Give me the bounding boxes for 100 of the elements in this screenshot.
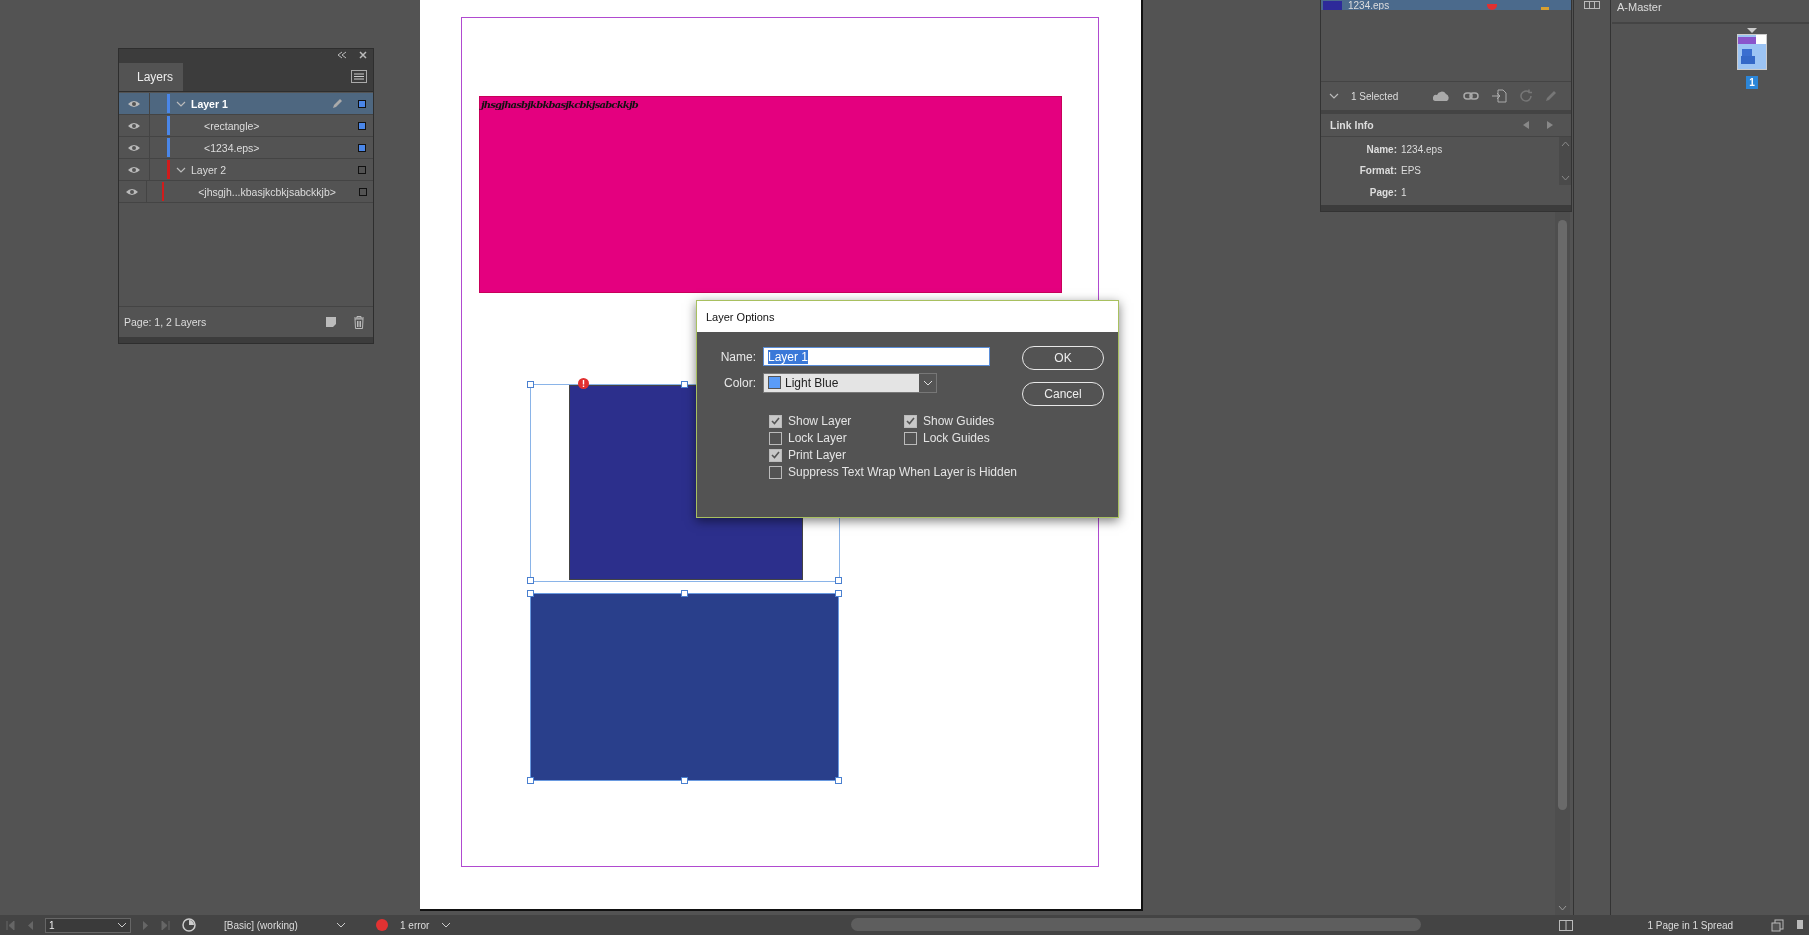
dropdown-icon xyxy=(922,379,933,386)
checkmark-icon xyxy=(906,417,915,425)
eye-icon[interactable] xyxy=(125,186,140,197)
scroll-down-icon[interactable] xyxy=(1560,176,1570,181)
warning-icon xyxy=(1487,4,1497,10)
checkbox[interactable] xyxy=(769,431,782,445)
page-thumbnail[interactable] xyxy=(1737,34,1767,70)
next-icon[interactable] xyxy=(1547,121,1553,129)
checkbox[interactable] xyxy=(904,414,917,428)
close-icon[interactable] xyxy=(359,51,367,59)
field-label: Color: xyxy=(723,375,757,390)
checkbox[interactable] xyxy=(769,414,782,428)
option-checkbox[interactable]: Lock Guides xyxy=(904,431,1022,445)
link-icon[interactable] xyxy=(1463,91,1479,101)
layer-color-bar xyxy=(167,138,170,157)
layer-color-bar xyxy=(161,182,165,201)
eye-icon[interactable] xyxy=(127,142,141,153)
section-title: Link Info xyxy=(1330,119,1374,131)
selection-indicator[interactable] xyxy=(359,187,368,196)
selection-indicator[interactable] xyxy=(358,99,366,108)
eye-icon[interactable] xyxy=(127,120,141,131)
page-preview-drawing xyxy=(1738,35,1766,69)
selection-indicator[interactable] xyxy=(358,165,366,174)
dropdown-icon[interactable] xyxy=(117,922,127,928)
color-dropdown[interactable]: Light Blue xyxy=(763,372,937,393)
delete-page-icon[interactable] xyxy=(1797,919,1803,931)
vertical-scroll-bar[interactable] xyxy=(1555,212,1570,915)
option-checkbox[interactable]: Show Layer xyxy=(769,414,904,428)
layers-tab[interactable]: Layers xyxy=(119,63,183,91)
option-checkbox[interactable]: Show Guides xyxy=(904,414,1022,428)
name-field[interactable]: Layer 1 xyxy=(763,347,990,366)
page-summary: 1 Page in 1 Spread xyxy=(1647,919,1734,931)
new-page-icon[interactable] xyxy=(1771,918,1785,932)
collapse-icon[interactable] xyxy=(337,51,347,59)
scroll-thumb[interactable] xyxy=(1558,220,1567,810)
expand-icon[interactable] xyxy=(1329,92,1339,100)
layer-color-bar xyxy=(167,116,170,135)
info-label: Name: xyxy=(1365,144,1397,156)
dropdown-icon[interactable] xyxy=(336,922,346,928)
resize-grip[interactable] xyxy=(1321,205,1571,211)
checkmark-icon xyxy=(771,417,780,425)
layer-name: Layer 1 xyxy=(191,97,228,110)
checkmark-icon xyxy=(771,451,780,459)
ok-button[interactable]: OK xyxy=(1022,346,1104,370)
previous-icon[interactable] xyxy=(1523,121,1529,129)
cloud-link-icon[interactable] xyxy=(1433,90,1451,102)
disclosure-icon[interactable] xyxy=(176,99,186,108)
layer-row[interactable]: <rectangle> xyxy=(119,115,373,137)
layer-row[interactable]: Layer 1 xyxy=(119,93,373,115)
selection-indicator[interactable] xyxy=(358,143,366,152)
eye-icon[interactable] xyxy=(127,98,141,109)
dialog-title: Layer Options xyxy=(697,301,1118,332)
checkbox[interactable] xyxy=(769,448,782,462)
selection-indicator[interactable] xyxy=(358,121,366,130)
scroll-bar[interactable] xyxy=(1559,137,1571,185)
trash-icon[interactable] xyxy=(353,315,365,329)
dropdown-icon[interactable] xyxy=(441,922,452,928)
resize-grip[interactable] xyxy=(119,337,373,343)
preflight-profile[interactable]: [Basic] (working) xyxy=(224,919,324,931)
layer-row[interactable]: <jhsgjh...kbasjkcbkjsabckkjb> xyxy=(119,181,373,203)
frame-text: jhsgjhasbjkbkbasjkcbkjsabckkjb xyxy=(480,98,639,112)
checkbox[interactable] xyxy=(769,465,782,479)
error-icon[interactable] xyxy=(578,378,589,389)
master-name[interactable]: A-Master xyxy=(1612,0,1809,24)
scroll-down-icon[interactable] xyxy=(1558,906,1567,911)
option-checkbox[interactable]: Suppress Text Wrap When Layer is Hidden xyxy=(769,465,1022,479)
selection-handle[interactable] xyxy=(527,381,534,388)
error-count[interactable]: 1 error xyxy=(400,919,430,931)
link-thumbnail xyxy=(1323,1,1342,10)
selection-handle[interactable] xyxy=(835,777,842,784)
scroll-up-icon[interactable] xyxy=(1560,141,1570,146)
selection-count: 1 Selected xyxy=(1351,90,1399,102)
page-number[interactable]: 1 xyxy=(1746,76,1758,89)
layer-row[interactable]: <1234.eps> xyxy=(119,137,373,159)
selection-handle[interactable] xyxy=(681,777,688,784)
eye-icon[interactable] xyxy=(127,164,141,175)
page-field[interactable]: 1 xyxy=(45,917,131,933)
layer-row[interactable]: Layer 2 xyxy=(119,159,373,181)
option-checkbox[interactable]: Lock Layer xyxy=(769,431,904,445)
selection-handle[interactable] xyxy=(681,590,688,597)
scroll-thumb[interactable] xyxy=(851,918,1422,931)
cancel-button[interactable]: Cancel xyxy=(1022,382,1104,406)
checkbox[interactable] xyxy=(904,431,917,445)
field-label: Name: xyxy=(719,349,757,364)
selection-handle[interactable] xyxy=(527,777,534,784)
info-value: 1234.eps xyxy=(1401,144,1443,156)
pages-icon[interactable] xyxy=(1584,1,1600,9)
current-spread-icon xyxy=(1747,28,1757,33)
disclosure-icon[interactable] xyxy=(176,165,186,174)
layer-name: <jhsgjh...kbasjkcbkjsabckkjb> xyxy=(198,185,336,198)
selection-handle[interactable] xyxy=(681,381,688,388)
new-layer-icon[interactable] xyxy=(325,316,337,328)
layer-name: <rectangle> xyxy=(204,119,260,132)
info-label: Format: xyxy=(1358,165,1397,177)
split-view-icon[interactable] xyxy=(1559,919,1574,931)
error-status-icon xyxy=(376,919,388,931)
preflight-icon[interactable] xyxy=(182,918,198,932)
panel-menu-icon[interactable] xyxy=(351,70,367,83)
goto-link-icon[interactable] xyxy=(1491,89,1507,103)
option-checkbox[interactable]: Print Layer xyxy=(769,448,904,462)
